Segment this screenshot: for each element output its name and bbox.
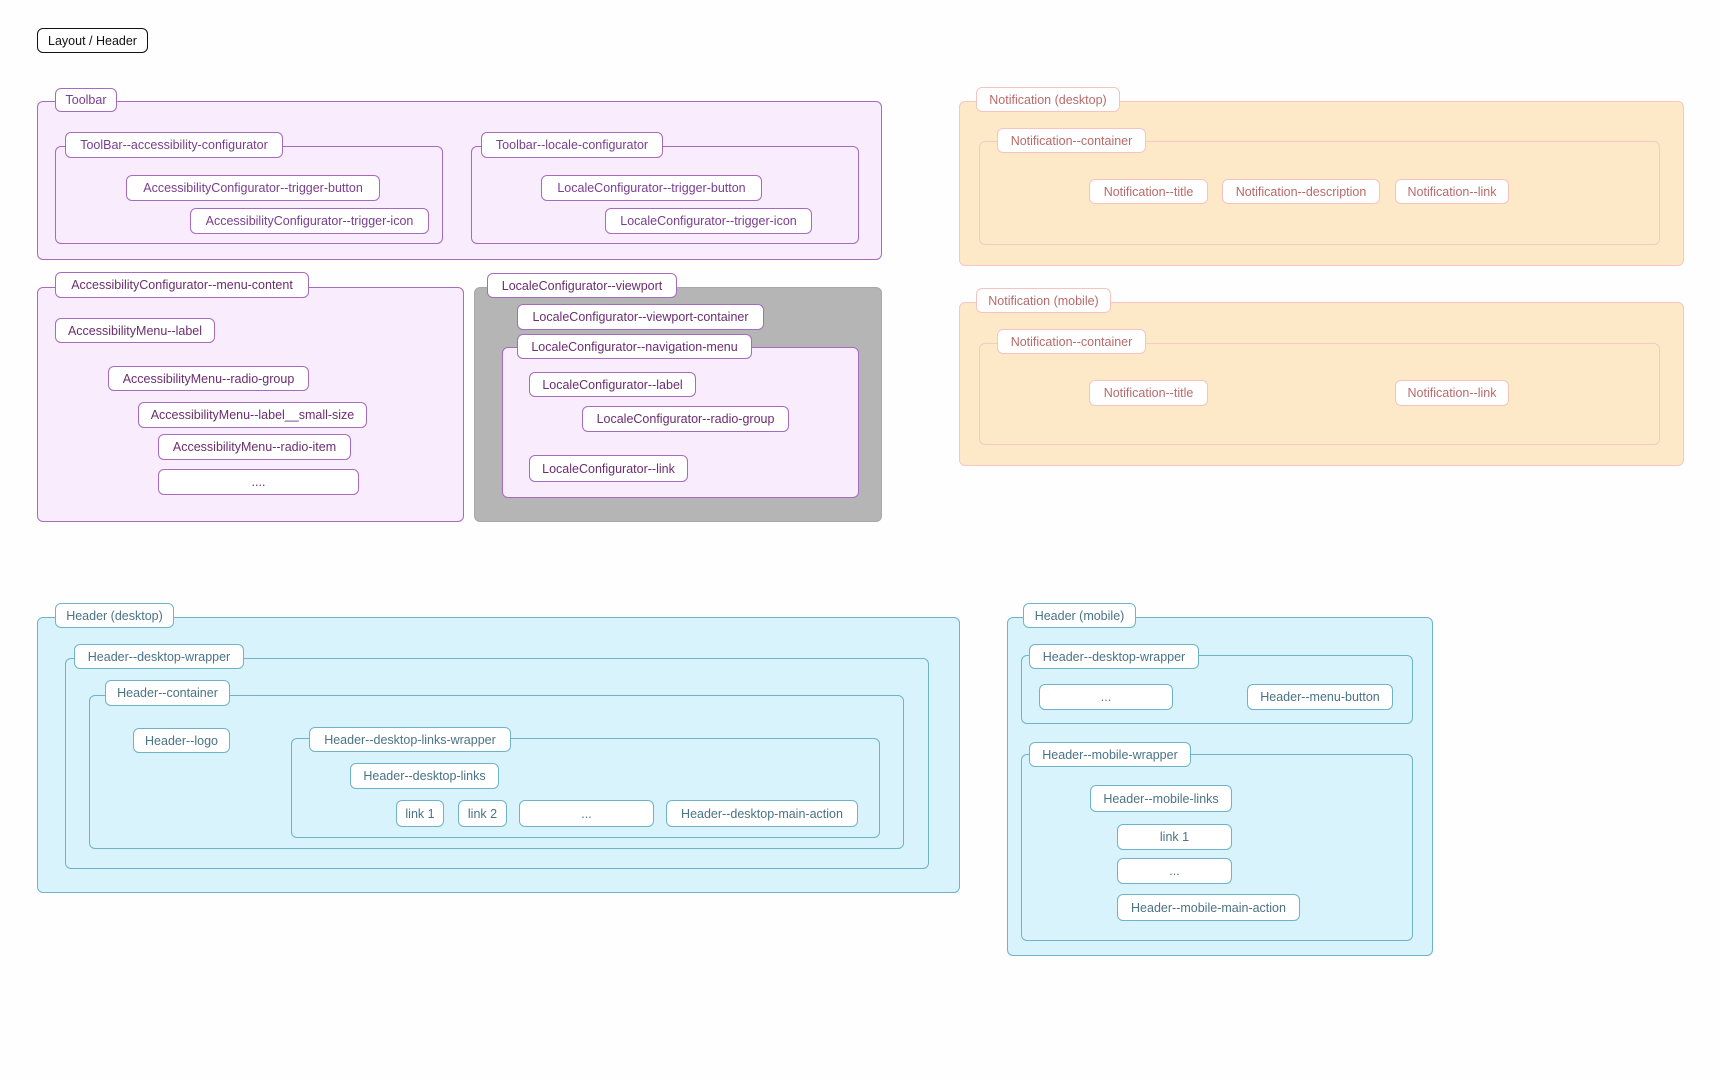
header-mobile-desktop-wrapper-label[interactable]: Header--desktop-wrapper [1029, 644, 1199, 669]
accessibility-menu-more-items[interactable]: .... [158, 469, 359, 495]
notification-desktop-link[interactable]: Notification--link [1395, 179, 1509, 204]
header-desktop-link-more[interactable]: ... [519, 800, 654, 827]
locale-trigger-button[interactable]: LocaleConfigurator--trigger-button [541, 175, 762, 201]
locale-trigger-icon[interactable]: LocaleConfigurator--trigger-icon [605, 208, 812, 234]
locale-link[interactable]: LocaleConfigurator--link [529, 455, 688, 482]
accessibility-configurator-label[interactable]: ToolBar--accessibility-configurator [65, 132, 283, 158]
notification-mobile-title[interactable]: Notification--title [1089, 380, 1208, 406]
accessibility-trigger-icon[interactable]: AccessibilityConfigurator--trigger-icon [190, 208, 429, 234]
header-desktop-label[interactable]: Header (desktop) [55, 603, 174, 628]
header-mobile-link[interactable]: link 1 [1117, 824, 1232, 850]
locale-radio-group[interactable]: LocaleConfigurator--radio-group [582, 406, 789, 432]
header-desktop-link[interactable]: link 2 [458, 800, 507, 827]
page-title: Layout / Header [37, 28, 148, 53]
header-desktop-link[interactable]: link 1 [396, 800, 444, 827]
header-desktop-wrapper-label[interactable]: Header--desktop-wrapper [74, 644, 244, 669]
notification-mobile-container-frame [979, 343, 1660, 445]
header-desktop-main-action[interactable]: Header--desktop-main-action [666, 800, 858, 827]
header-mobile-link-more[interactable]: ... [1117, 858, 1232, 884]
header-mobile-links[interactable]: Header--mobile-links [1090, 785, 1232, 812]
header-mobile-label[interactable]: Header (mobile) [1023, 603, 1136, 628]
accessibility-menu-radio-group[interactable]: AccessibilityMenu--radio-group [108, 366, 309, 391]
locale-menu-label[interactable]: LocaleConfigurator--label [529, 372, 696, 397]
header-desktop-links[interactable]: Header--desktop-links [350, 763, 499, 789]
accessibility-menu-radio-item[interactable]: AccessibilityMenu--radio-item [158, 434, 351, 460]
locale-navigation-menu-label[interactable]: LocaleConfigurator--navigation-menu [517, 334, 752, 359]
notification-desktop-container-label[interactable]: Notification--container [997, 128, 1146, 153]
accessibility-menu-content-label[interactable]: AccessibilityConfigurator--menu-content [55, 272, 309, 298]
notification-mobile-link[interactable]: Notification--link [1395, 380, 1509, 406]
locale-viewport-container[interactable]: LocaleConfigurator--viewport-container [517, 304, 764, 330]
accessibility-menu-label-small-size[interactable]: AccessibilityMenu--label__small-size [138, 402, 367, 428]
header-container-label[interactable]: Header--container [105, 680, 230, 706]
header-desktop-links-wrapper-label[interactable]: Header--desktop-links-wrapper [309, 727, 511, 752]
header-menu-button[interactable]: Header--menu-button [1247, 684, 1393, 710]
notification-mobile-label[interactable]: Notification (mobile) [976, 288, 1111, 313]
locale-viewport-label[interactable]: LocaleConfigurator--viewport [487, 273, 677, 298]
locale-configurator-label[interactable]: Toolbar--locale-configurator [481, 132, 663, 158]
header-logo[interactable]: Header--logo [133, 728, 230, 753]
notification-desktop-title[interactable]: Notification--title [1089, 179, 1208, 204]
header-mobile-wrapper-label[interactable]: Header--mobile-wrapper [1029, 742, 1191, 767]
toolbar-label[interactable]: Toolbar [55, 88, 117, 112]
notification-mobile-container-label[interactable]: Notification--container [997, 329, 1146, 354]
header-mobile-main-action[interactable]: Header--mobile-main-action [1117, 894, 1300, 921]
notification-desktop-label[interactable]: Notification (desktop) [976, 87, 1120, 112]
notification-desktop-description[interactable]: Notification--description [1222, 179, 1380, 204]
header-mobile-placeholder[interactable]: ... [1039, 684, 1173, 710]
accessibility-menu-label[interactable]: AccessibilityMenu--label [55, 318, 215, 343]
accessibility-trigger-button[interactable]: AccessibilityConfigurator--trigger-butto… [126, 175, 380, 201]
